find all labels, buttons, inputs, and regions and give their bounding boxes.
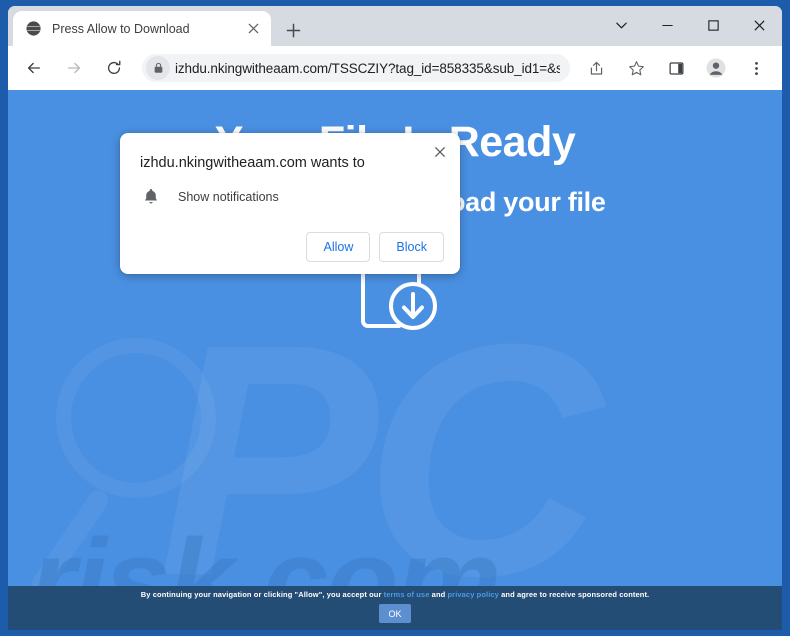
notification-permission-dialog: izhdu.nkingwitheaam.com wants to Show no… (120, 133, 460, 274)
os-window-frame: Press Allow to Download izhdu.nkingwithe… (0, 0, 790, 636)
share-icon[interactable] (581, 53, 611, 83)
browser-tab[interactable]: Press Allow to Download (13, 11, 271, 46)
tab-title: Press Allow to Download (52, 21, 190, 36)
toolbar-actions (576, 53, 776, 83)
bell-icon (140, 186, 162, 208)
browser-toolbar: izhdu.nkingwitheaam.com/TSSCZIY?tag_id=8… (8, 46, 782, 90)
address-bar[interactable]: izhdu.nkingwitheaam.com/TSSCZIY?tag_id=8… (142, 54, 570, 82)
terms-of-use-link[interactable]: terms of use (384, 590, 430, 599)
block-button[interactable]: Block (379, 231, 444, 262)
consent-text-before: By continuing your navigation or clickin… (140, 590, 384, 599)
consent-ok-button[interactable]: OK (379, 604, 411, 623)
allow-button[interactable]: Allow (306, 231, 371, 262)
star-icon[interactable] (621, 53, 651, 83)
globe-icon (16, 20, 42, 37)
tab-search-button[interactable] (598, 6, 644, 44)
consent-text: By continuing your navigation or clickin… (141, 590, 649, 599)
window-controls (598, 6, 782, 44)
dialog-actions: Allow Block (136, 231, 444, 262)
page-viewport: PC risk.com Your File Is Ready Press All… (8, 90, 782, 630)
consent-text-after: and agree to receive sponsored content. (498, 590, 650, 599)
url-text: izhdu.nkingwitheaam.com/TSSCZIY?tag_id=8… (175, 60, 560, 76)
reload-button[interactable] (99, 53, 129, 83)
tab-close-icon[interactable] (243, 19, 263, 39)
dialog-permission-label: Show notifications (178, 189, 279, 204)
side-panel-icon[interactable] (661, 53, 691, 83)
dialog-permission-row: Show notifications (136, 186, 444, 208)
forward-button[interactable] (59, 53, 89, 83)
three-dot-menu-icon[interactable] (741, 53, 771, 83)
new-tab-button[interactable] (280, 17, 306, 43)
tab-strip: Press Allow to Download (8, 6, 782, 46)
profile-avatar-icon[interactable] (701, 53, 731, 83)
back-button[interactable] (19, 53, 49, 83)
dialog-close-icon[interactable] (430, 142, 450, 162)
consent-bar: By continuing your navigation or clickin… (8, 586, 782, 630)
lock-icon[interactable] (146, 56, 170, 80)
minimize-button[interactable] (644, 6, 690, 44)
maximize-button[interactable] (690, 6, 736, 44)
privacy-policy-link[interactable]: privacy policy (448, 590, 499, 599)
close-window-button[interactable] (736, 6, 782, 44)
consent-text-between: and (429, 590, 448, 599)
dialog-title: izhdu.nkingwitheaam.com wants to (140, 155, 365, 171)
browser-window: Press Allow to Download izhdu.nkingwithe… (8, 6, 782, 630)
